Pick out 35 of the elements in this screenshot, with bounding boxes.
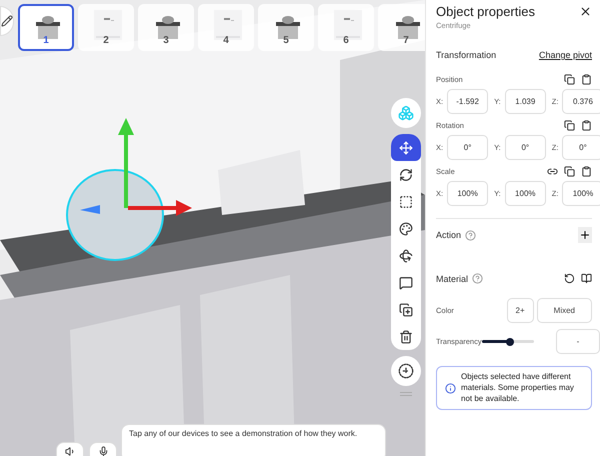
book-icon[interactable]	[581, 273, 592, 284]
value-field[interactable]: 0.376	[562, 89, 600, 114]
paste-icon[interactable]	[581, 120, 592, 131]
value-field[interactable]: 0°	[562, 135, 600, 160]
add-action-button[interactable]	[578, 227, 592, 243]
help-icon[interactable]	[465, 230, 476, 240]
value-field[interactable]: 0°	[504, 135, 546, 160]
panel-title: Object properties	[436, 4, 535, 19]
value-field[interactable]: 1.039	[504, 89, 546, 114]
section-title: Material	[436, 274, 468, 284]
plus-icon	[579, 229, 591, 241]
value-field[interactable]: 100%	[447, 181, 488, 206]
note-text: Objects selected have different materials. Some properties may not be available.	[461, 372, 575, 404]
value-field[interactable]: 100%	[504, 181, 546, 206]
value-field[interactable]: 0°	[447, 135, 488, 160]
paste-icon[interactable]	[581, 166, 592, 177]
info-icon	[445, 382, 456, 394]
help-icon[interactable]	[472, 273, 484, 284]
paste-icon[interactable]	[581, 74, 592, 85]
section-title: Transformation	[436, 50, 496, 60]
color-count[interactable]: 2+	[506, 298, 534, 323]
link-icon[interactable]	[547, 166, 558, 177]
transparency-value[interactable]: -	[556, 329, 600, 354]
value-field[interactable]: -1.592	[447, 89, 488, 114]
reset-icon[interactable]	[564, 273, 575, 284]
section-title: Action	[436, 230, 462, 240]
slider-thumb[interactable]	[506, 338, 514, 346]
color-value[interactable]: Mixed	[536, 298, 592, 323]
close-icon[interactable]	[579, 5, 592, 18]
copy-icon[interactable]	[564, 74, 575, 85]
copy-icon[interactable]	[564, 120, 575, 131]
transparency-slider[interactable]	[482, 340, 534, 343]
value-field[interactable]: 100%	[562, 181, 600, 206]
change-pivot-link[interactable]: Change pivot	[538, 50, 592, 60]
copy-icon[interactable]	[564, 166, 575, 177]
